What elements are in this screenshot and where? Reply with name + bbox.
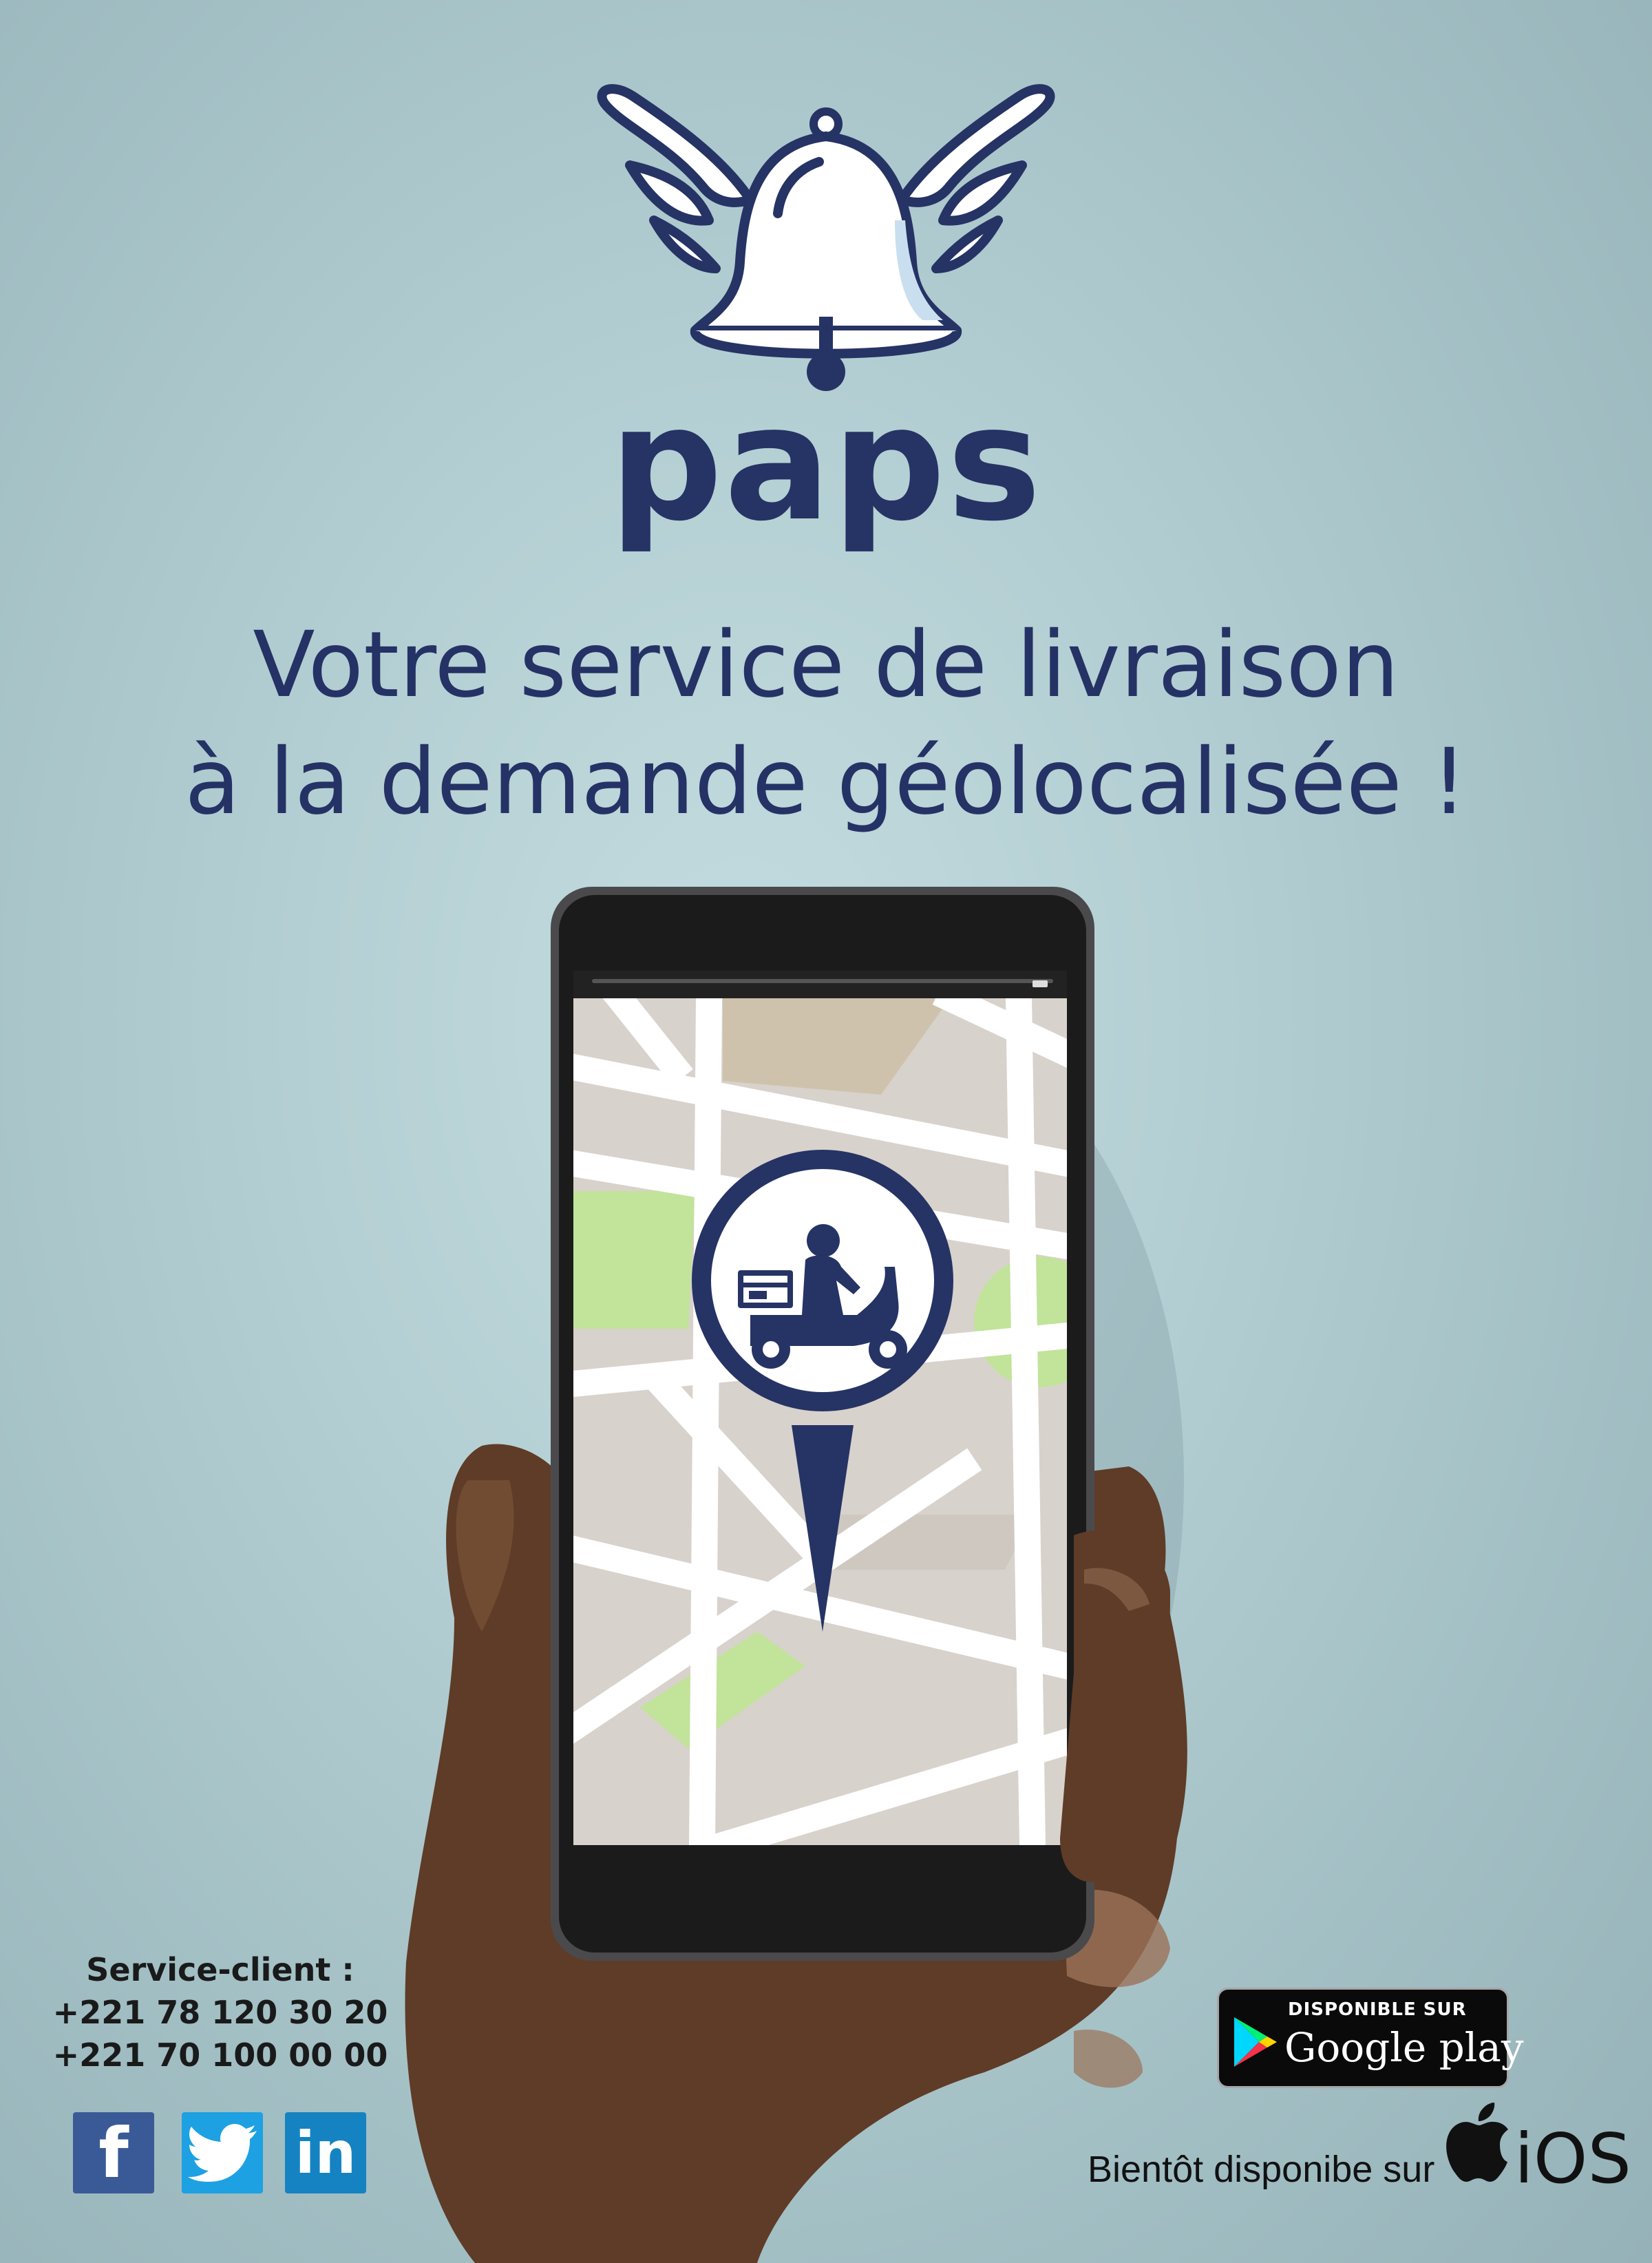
headline-line-2: à la demande géolocalisée !	[184, 729, 1468, 835]
facebook-icon[interactable]: f	[73, 2112, 154, 2193]
ios-coming-soon-text: Bientôt disponibe sur	[1088, 2149, 1435, 2190]
apple-icon	[1446, 2103, 1508, 2182]
customer-service-title: Service-client :	[86, 1951, 354, 1988]
ios-label: iOS	[1514, 2118, 1631, 2199]
map-screen	[573, 998, 1067, 1845]
google-play-small-label: DISPONIBLE SUR	[1288, 1999, 1467, 2020]
google-play-icon	[1234, 2017, 1277, 2067]
google-play-badge[interactable]: DISPONIBLE SUR Google play	[1217, 1988, 1524, 2088]
phone-number-2[interactable]: +221 70 100 00 00	[41, 2034, 399, 2076]
brand-name: paps	[609, 372, 1043, 556]
winged-bell-icon	[597, 84, 1055, 391]
twitter-bird-icon[interactable]	[182, 2112, 263, 2193]
linkedin-icon[interactable]: in	[285, 2112, 366, 2193]
google-play-label: Google play	[1284, 2024, 1524, 2071]
green-park	[573, 1191, 695, 1329]
headline-line-1: Votre service de livraison	[253, 612, 1399, 718]
phone-number-1[interactable]: +221 78 120 30 20	[41, 1991, 399, 2034]
customer-service-block: Service-client : +221 78 120 30 20 +221 …	[41, 1948, 399, 2076]
